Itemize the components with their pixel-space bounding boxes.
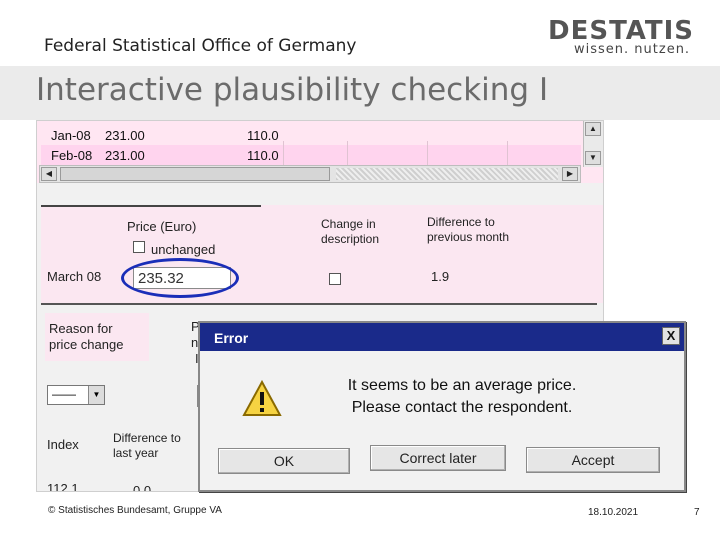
grid-line bbox=[507, 141, 508, 167]
table-row[interactable]: Jan-08 231.00 110.0 bbox=[41, 125, 581, 145]
row-index: 110.0 bbox=[247, 148, 279, 163]
close-icon[interactable]: X bbox=[662, 327, 680, 345]
diff-prev-line-2: previous month bbox=[427, 230, 510, 244]
difference-last-year-value: 0.0 bbox=[133, 483, 152, 492]
accept-button[interactable]: Accept bbox=[526, 447, 660, 473]
error-message-line-2: Please contact the respondent. bbox=[351, 399, 573, 416]
scroll-thumb[interactable] bbox=[60, 167, 330, 181]
error-message-line-1: It seems to be an average price. bbox=[347, 377, 577, 394]
grid-line bbox=[347, 141, 348, 167]
unchanged-label: unchanged bbox=[151, 242, 216, 257]
row-index: 110.0 bbox=[247, 128, 279, 143]
dialog-title: Error bbox=[214, 330, 249, 346]
current-month-label: March 08 bbox=[47, 269, 102, 284]
change-description-line-1: Change in bbox=[321, 217, 376, 231]
reason-line-2: price change bbox=[49, 337, 124, 352]
index-value: 112.1 bbox=[47, 481, 79, 492]
index-label: Index bbox=[47, 437, 79, 452]
diff-year-line-2: last year bbox=[113, 446, 159, 460]
reason-combo-value: —— bbox=[52, 387, 76, 401]
row-month: Feb-08 bbox=[51, 148, 93, 163]
highlight-ellipse bbox=[121, 258, 239, 298]
grid-line bbox=[283, 141, 284, 167]
table-horizontal-scrollbar[interactable]: ◀ ▶ bbox=[39, 165, 581, 183]
table-vertical-scrollbar[interactable]: ▲ ▼ bbox=[583, 121, 603, 167]
destatis-logo: DESTATIS wissen. nutzen. bbox=[548, 16, 698, 57]
page-title: Interactive plausibility checking I bbox=[36, 72, 549, 108]
footer-date: 18.10.2021 bbox=[588, 507, 639, 518]
change-description-label: Change in description bbox=[321, 217, 379, 247]
chevron-down-icon[interactable]: ▼ bbox=[88, 386, 104, 404]
warning-icon bbox=[242, 379, 282, 416]
row-month: Jan-08 bbox=[51, 128, 91, 143]
reason-line-1: Reason for bbox=[49, 321, 113, 336]
unchanged-checkbox[interactable] bbox=[133, 241, 145, 253]
error-message: It seems to be an average price. Please … bbox=[312, 375, 612, 419]
difference-last-year-label: Difference to last year bbox=[113, 431, 181, 461]
diff-year-line-1: Difference to bbox=[113, 431, 181, 445]
diff-prev-line-1: Difference to bbox=[427, 215, 495, 229]
dialog-titlebar[interactable]: Error X bbox=[200, 323, 684, 351]
scroll-up-icon[interactable]: ▲ bbox=[585, 122, 601, 136]
correct-later-button[interactable]: Correct later bbox=[370, 445, 506, 471]
reason-combobox[interactable]: —— ▼ bbox=[47, 385, 105, 405]
row-price: 231.00 bbox=[105, 128, 145, 143]
error-dialog: Error X It seems to be an average price.… bbox=[198, 321, 686, 492]
organization-name: Federal Statistical Office of Germany bbox=[44, 36, 357, 56]
row-price: 231.00 bbox=[105, 148, 145, 163]
change-description-checkbox[interactable] bbox=[329, 273, 341, 285]
difference-previous-month-value: 1.9 bbox=[431, 269, 450, 284]
footer-page-number: 7 bbox=[694, 507, 700, 518]
scroll-track[interactable] bbox=[336, 168, 558, 180]
table-row[interactable]: Feb-08 231.00 110.0 bbox=[41, 145, 581, 165]
divider bbox=[41, 205, 261, 207]
scroll-right-icon[interactable]: ▶ bbox=[562, 167, 578, 181]
reason-for-price-change-label: Reason for price change bbox=[49, 321, 123, 353]
footer-copyright: © Statistisches Bundesamt, Gruppe VA bbox=[48, 505, 222, 516]
scroll-down-icon[interactable]: ▼ bbox=[585, 151, 601, 165]
section-separator bbox=[41, 303, 597, 305]
logo-tagline: wissen. nutzen. bbox=[574, 42, 691, 57]
history-table: Jan-08 231.00 110.0 Feb-08 231.00 110.0 … bbox=[37, 121, 603, 183]
grid-line bbox=[427, 141, 428, 167]
price-column-label: Price (Euro) bbox=[127, 219, 197, 234]
change-description-line-2: description bbox=[321, 232, 380, 246]
difference-previous-month-label: Difference to previous month bbox=[427, 215, 509, 245]
scroll-left-icon[interactable]: ◀ bbox=[41, 167, 57, 181]
ok-button[interactable]: OK bbox=[218, 448, 350, 474]
